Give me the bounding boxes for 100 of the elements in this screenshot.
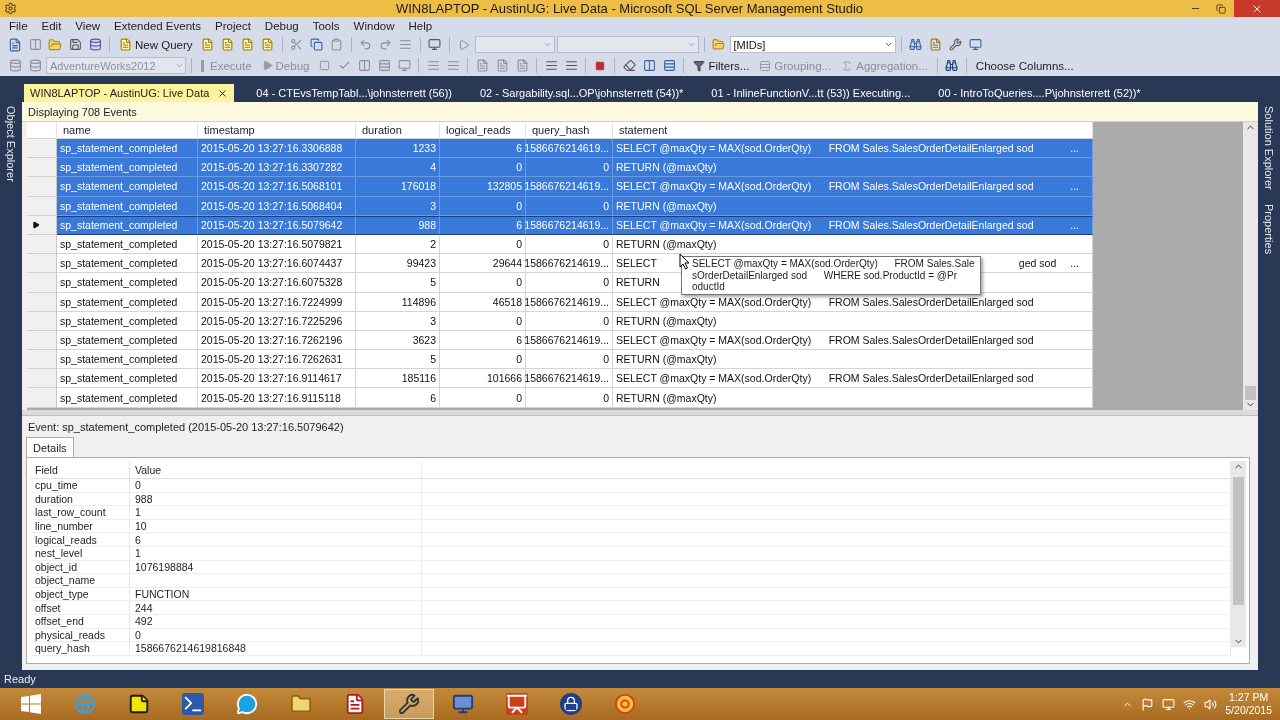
table-cell[interactable]: sp_statement_completed xyxy=(57,388,198,408)
table-cell[interactable]: sp_statement_completed xyxy=(57,369,198,389)
statement-cell[interactable]: RETURN (@maxQty) xyxy=(613,196,1093,216)
side-panel-tab[interactable]: Properties xyxy=(1263,203,1275,254)
menu-item[interactable]: Help xyxy=(401,19,440,32)
table-cell[interactable]: sp_statement_completed xyxy=(57,177,198,197)
taskbar-app[interactable] xyxy=(384,689,434,719)
volume-icon[interactable] xyxy=(1204,697,1218,711)
statement-cell[interactable]: RETURN (@maxQty) xyxy=(613,388,1093,408)
table-cell[interactable]: 114896 xyxy=(356,292,440,312)
menu-item[interactable]: Debug xyxy=(257,19,306,32)
network-icon[interactable] xyxy=(1183,697,1197,711)
table-cell[interactable]: 1586676214619... xyxy=(526,369,613,389)
table-cell[interactable]: 2015-05-20 13:27:16.9114617 xyxy=(198,369,356,389)
table-cell[interactable]: sp_statement_completed xyxy=(57,139,198,159)
menu-item[interactable]: Extended Events xyxy=(107,19,209,32)
table-cell[interactable]: 6 xyxy=(440,215,526,235)
table-cell[interactable]: 3623 xyxy=(356,330,440,351)
table-cell[interactable]: 1586676214619... xyxy=(526,177,613,197)
document-tab[interactable]: 00 - IntroToQueries....P\johnsterrett (52))* xyxy=(932,84,1147,102)
column-header[interactable]: duration xyxy=(356,122,440,138)
scrollbar[interactable] xyxy=(1231,461,1246,647)
table-cell[interactable]: 2015-05-20 13:27:16.7262196 xyxy=(198,330,356,351)
table-cell[interactable]: 1586676214619... xyxy=(526,139,613,159)
table-cell[interactable]: 6 xyxy=(440,139,526,159)
menu-item[interactable]: File xyxy=(2,19,35,32)
clock[interactable]: 1:27 PM 5/20/2015 xyxy=(1225,691,1272,717)
statement-cell[interactable]: RETURN (@maxQty) xyxy=(613,158,1093,178)
table-cell[interactable]: 4 xyxy=(356,158,440,178)
column-header[interactable]: name xyxy=(57,122,198,138)
table-cell[interactable]: 2 xyxy=(356,234,440,255)
table-cell[interactable]: sp_statement_completed xyxy=(57,350,198,370)
statement-cell[interactable]: SELECT @maxQty = MAX(sod.OrderQty) FROM Sales.SalesOrderDetailEnlarged sod xyxy=(613,330,1093,351)
document-tab[interactable]: WIN8LAPTOP - AustinUG: Live Data xyxy=(24,84,235,102)
menu-item[interactable]: Window xyxy=(346,19,402,32)
scrollbar[interactable] xyxy=(1243,122,1258,410)
table-cell[interactable]: sp_statement_completed xyxy=(57,311,198,331)
table-cell[interactable]: 0 xyxy=(440,350,526,370)
copy-icon[interactable] xyxy=(307,35,326,54)
columns-button[interactable]: Choose Columns... xyxy=(971,56,1078,75)
table-cell[interactable]: 0 xyxy=(526,350,613,370)
table-cell[interactable]: 2015-05-20 13:27:16.5068404 xyxy=(198,196,356,216)
filter-combo[interactable]: [MIDs] xyxy=(729,36,896,53)
table-cell[interactable]: 2015-05-20 13:27:16.9115118 xyxy=(198,388,356,408)
table-cell[interactable]: 46518 xyxy=(440,292,526,312)
table-cell[interactable]: 132805 xyxy=(440,177,526,197)
scroll-thumb[interactable] xyxy=(1233,477,1244,605)
table-cell[interactable]: 3 xyxy=(356,196,440,216)
document-tab[interactable]: 02 - Sargability.sql...OP\johnsterrett (54))* xyxy=(473,84,690,102)
table-cell[interactable]: 988 xyxy=(356,215,440,235)
table-cell[interactable]: sp_statement_completed xyxy=(57,273,198,293)
table-cell[interactable]: 3 xyxy=(356,311,440,331)
statement-cell[interactable]: RETURN (@maxQty) xyxy=(613,311,1093,331)
menu-item[interactable]: Project xyxy=(208,19,258,32)
table-cell[interactable]: 1586676214619... xyxy=(526,254,613,274)
menu-item[interactable]: Tools xyxy=(305,19,347,32)
table-cell[interactable]: sp_statement_completed xyxy=(57,234,198,255)
table-cell[interactable]: 0 xyxy=(440,234,526,255)
table-cell[interactable]: 5 xyxy=(356,273,440,293)
table-cell[interactable]: 6 xyxy=(356,388,440,408)
statement-cell[interactable]: RETURN (@maxQty) xyxy=(613,350,1093,370)
table-cell[interactable]: 99423 xyxy=(356,254,440,274)
table-cell[interactable]: 101666 xyxy=(440,369,526,389)
table-cell[interactable]: 0 xyxy=(440,311,526,331)
statement-cell[interactable]: SELECT @maxQty = MAX(sod.OrderQty) FROM Sales.SalesOrderDetailEnlarged sod ... xyxy=(613,177,1093,197)
column-header[interactable]: statement xyxy=(613,122,1093,138)
column-header[interactable]: logical_reads xyxy=(440,122,526,138)
table-cell[interactable]: 2015-05-20 13:27:16.7224999 xyxy=(198,292,356,312)
column-header[interactable]: timestamp xyxy=(198,122,356,138)
table-cell[interactable]: 0 xyxy=(526,158,613,178)
table-cell[interactable]: sp_statement_completed xyxy=(57,215,198,235)
column-header[interactable]: Value xyxy=(130,461,422,478)
side-panel-tab[interactable]: Solution Explorer xyxy=(1263,106,1275,190)
table-cell[interactable]: 5 xyxy=(356,350,440,370)
table-cell[interactable]: sp_statement_completed xyxy=(57,158,198,178)
statement-cell[interactable]: SELECT @maxQty = MAX(sod.OrderQty) FROM Sales.SalesOrderDetailEnlarged sod ... xyxy=(613,139,1093,159)
table-cell[interactable]: 6 xyxy=(440,330,526,351)
new-query-button[interactable]: New Query xyxy=(115,35,197,54)
table-cell[interactable]: sp_statement_completed xyxy=(57,254,198,274)
table-cell[interactable]: 0 xyxy=(440,158,526,178)
table-cell[interactable]: 0 xyxy=(526,388,613,408)
statement-cell[interactable]: RETURN (@maxQty) xyxy=(613,234,1093,255)
table-cell[interactable]: 29644 xyxy=(440,254,526,274)
table-cell[interactable]: 0 xyxy=(440,196,526,216)
table-cell[interactable]: 2015-05-20 13:27:16.7262631 xyxy=(198,350,356,370)
row-header[interactable] xyxy=(27,215,57,235)
scroll-thumb[interactable] xyxy=(1245,386,1256,400)
table-cell[interactable]: 2015-05-20 13:27:16.5079642 xyxy=(198,215,356,235)
side-panel-tab[interactable]: Object Explorer xyxy=(5,106,17,182)
table-cell[interactable]: 0 xyxy=(440,273,526,293)
table-cell[interactable]: 2015-05-20 13:27:16.7225296 xyxy=(198,311,356,331)
table-cell[interactable]: 185116 xyxy=(356,369,440,389)
table-cell[interactable]: 0 xyxy=(526,273,613,293)
table-cell[interactable]: 0 xyxy=(440,388,526,408)
menu-item[interactable]: Edit xyxy=(34,19,69,32)
table-cell[interactable]: 176018 xyxy=(356,177,440,197)
table-cell[interactable]: 2015-05-20 13:27:16.3307282 xyxy=(198,158,356,178)
table-cell[interactable]: 2015-05-20 13:27:16.5068101 xyxy=(198,177,356,197)
table-cell[interactable]: sp_statement_completed xyxy=(57,292,198,312)
filter-button[interactable]: Filters... xyxy=(689,56,754,75)
